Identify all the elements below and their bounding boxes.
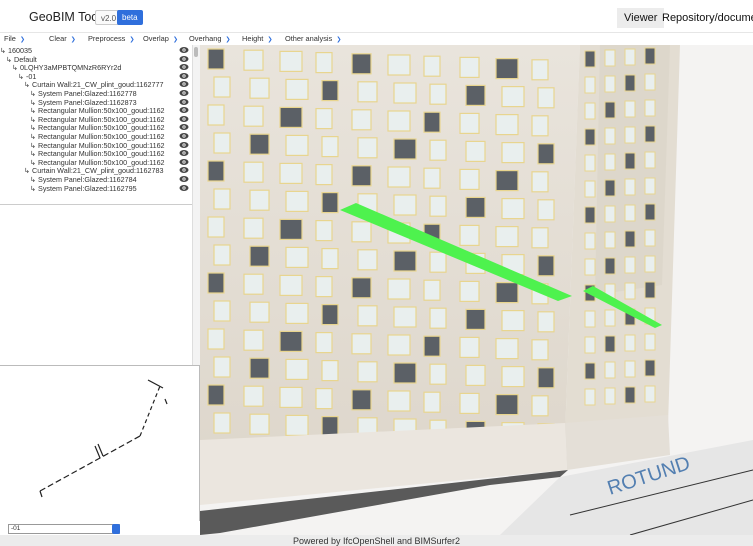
eye-icon[interactable] (179, 115, 189, 123)
menu-other-analysis[interactable]: Other analysis ❯ (285, 34, 341, 43)
eye-icon[interactable] (179, 106, 189, 114)
app-window: GeoBIM Tool v2.0 beta Viewer Repository/… (0, 0, 753, 546)
eye-icon[interactable] (179, 72, 189, 80)
menu-overlap-label: Overlap (143, 34, 169, 43)
eye-icon[interactable] (179, 123, 189, 131)
tree-scrollbar-thumb[interactable] (194, 47, 198, 57)
menu-clear-label: Clear (49, 34, 67, 43)
menu-overhang[interactable]: Overhang ❯ (189, 34, 231, 43)
eye-icon[interactable] (179, 80, 189, 88)
eye-icon[interactable] (179, 98, 189, 106)
top-bar: GeoBIM Tool v2.0 beta Viewer Repository/… (0, 0, 753, 33)
eye-icon[interactable] (179, 149, 189, 157)
floor-plan-view[interactable] (0, 366, 200, 521)
3d-viewer[interactable]: ROTUND (200, 45, 753, 535)
menu-height-label: Height (242, 34, 264, 43)
eye-icon[interactable] (179, 184, 189, 192)
footer: Powered by IfcOpenShell and BIMSurfer2 (0, 535, 753, 546)
tree-scrollbar[interactable] (192, 45, 200, 365)
building-model: ROTUND (200, 45, 753, 535)
eye-icon[interactable] (179, 175, 189, 183)
menu-clear[interactable]: Clear ❯ (49, 34, 76, 43)
app-title: GeoBIM Tool (29, 10, 102, 24)
chevron-down-icon: ❯ (129, 37, 135, 43)
menu-other-analysis-label: Other analysis (285, 34, 333, 43)
eye-icon[interactable] (179, 158, 189, 166)
chevron-down-icon: ❯ (70, 37, 76, 43)
chevron-down-icon: ❯ (225, 37, 231, 43)
level-select[interactable]: -01 (8, 524, 120, 534)
tab-repository[interactable]: Repository/documenta (655, 8, 753, 28)
chevron-down-icon: ❯ (19, 37, 26, 43)
menu-file[interactable]: File ❯ (4, 34, 25, 43)
menu-preprocess[interactable]: Preprocess ❯ (88, 34, 134, 43)
eye-icon[interactable] (179, 63, 189, 71)
menu-height[interactable]: Height ❯ (242, 34, 272, 43)
chevron-down-icon: ❯ (172, 37, 178, 43)
eye-icon[interactable] (179, 141, 189, 149)
menu-preprocess-label: Preprocess (88, 34, 126, 43)
chevron-down-icon: ❯ (267, 37, 273, 43)
eye-icon[interactable] (179, 46, 189, 54)
model-tree: ↳ 160035 ↳ Default ↳ 0LQHY3aMPBTQMNzR6RYr2… (0, 45, 200, 204)
menu-file-label: File (4, 34, 16, 43)
chevron-down-icon: ❯ (336, 37, 342, 43)
menu-overhang-label: Overhang (189, 34, 222, 43)
eye-icon[interactable] (179, 55, 189, 63)
menu-bar: File ❯ Clear ❯ Preprocess ❯ Overlap ❯ Ov… (0, 33, 753, 45)
eye-icon[interactable] (179, 89, 189, 97)
tree-item[interactable]: ↳ System Panel:Glazed:1162795 (0, 184, 192, 193)
menu-overlap[interactable]: Overlap ❯ (143, 34, 178, 43)
tree-item-label: ↳ System Panel:Glazed:1162795 (30, 183, 137, 193)
floor-plan-drawing (39, 379, 168, 498)
properties-panel (0, 205, 192, 365)
eye-icon[interactable] (179, 166, 189, 174)
eye-icon[interactable] (179, 132, 189, 140)
beta-badge: beta (117, 10, 143, 25)
level-select-arrow-icon[interactable] (112, 524, 120, 534)
